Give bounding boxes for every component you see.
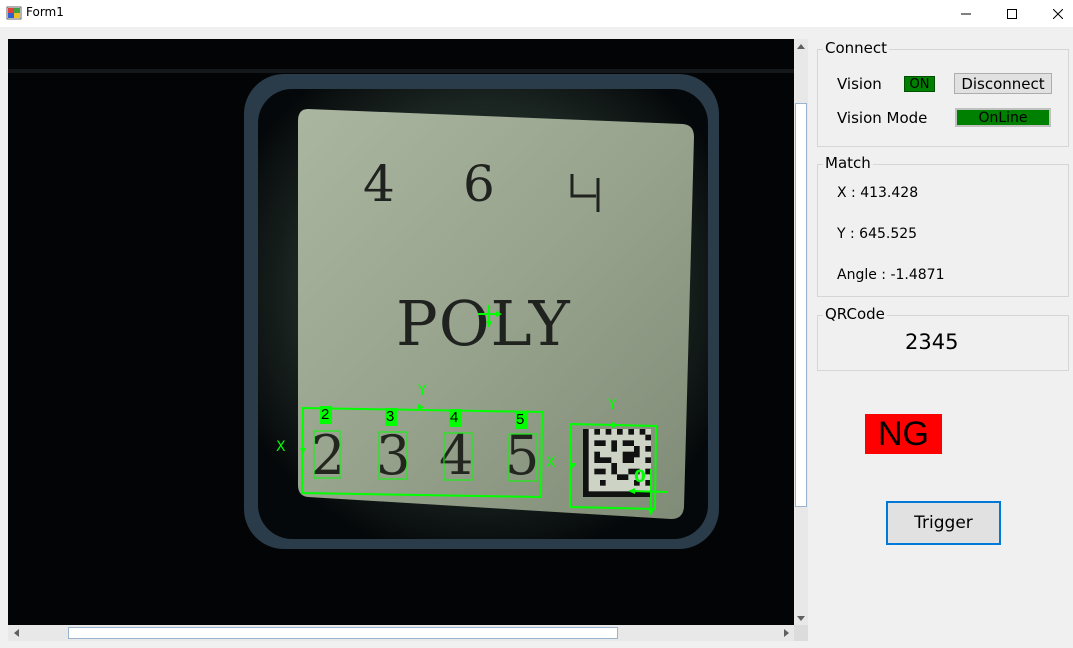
ocr-region-box bbox=[300, 406, 544, 499]
match-angle-value: Angle : -1.4871 bbox=[837, 267, 945, 283]
scroll-right-icon[interactable] bbox=[779, 626, 793, 640]
qrcode-value: 2345 bbox=[905, 330, 959, 354]
qr-axis-y-label: Y bbox=[608, 397, 617, 413]
minimize-icon bbox=[961, 13, 971, 14]
disconnect-button[interactable]: Disconnect bbox=[954, 73, 1052, 94]
qr-index-label: 0 bbox=[634, 467, 646, 487]
scroll-down-icon[interactable] bbox=[794, 611, 808, 625]
ocr-char-box-2 bbox=[378, 431, 408, 480]
close-icon bbox=[1053, 8, 1063, 19]
ocr-char-box-1 bbox=[313, 430, 341, 479]
ocr-x-arrow bbox=[300, 448, 306, 454]
app-icon bbox=[6, 6, 22, 20]
ocr-result-1: 2 bbox=[321, 406, 330, 423]
center-arrow bbox=[486, 321, 492, 328]
ocr-axis-x-label: X bbox=[276, 439, 286, 455]
ocr-result-4: 5 bbox=[516, 411, 525, 428]
scroll-left-icon[interactable] bbox=[9, 626, 23, 640]
camera-image[interactable]: 4 6 POLY 2 3 4 5 2 3 4 5 Y X Y X 0 bbox=[8, 39, 794, 625]
qr-axis-x-label: X bbox=[546, 455, 556, 471]
maximize-icon bbox=[1007, 8, 1017, 19]
ocr-axis-y-label: Y bbox=[418, 383, 427, 399]
window-title: Form1 bbox=[26, 5, 64, 19]
scroll-up-icon[interactable] bbox=[794, 39, 808, 53]
ocr-result-3: 4 bbox=[450, 409, 459, 426]
qr-down-arrow bbox=[648, 509, 654, 516]
maximize-button[interactable] bbox=[989, 0, 1035, 27]
close-button[interactable] bbox=[1035, 0, 1073, 27]
match-x-value: X : 413.428 bbox=[837, 185, 919, 201]
trigger-button[interactable]: Trigger bbox=[886, 501, 1001, 545]
minimize-button[interactable] bbox=[943, 0, 989, 27]
vision-mode-indicator: OnLine bbox=[955, 108, 1051, 127]
size-grip-icon bbox=[794, 625, 808, 641]
vertical-scroll-thumb[interactable] bbox=[795, 103, 807, 507]
title-bar: Form1 bbox=[0, 0, 1073, 27]
image-viewer[interactable]: 4 6 POLY 2 3 4 5 2 3 4 5 Y X Y X 0 bbox=[8, 39, 808, 641]
match-y-value: Y : 645.525 bbox=[837, 226, 918, 242]
match-overlay bbox=[300, 305, 669, 516]
ocr-char-box-4 bbox=[508, 433, 538, 482]
qr-origin-arrow bbox=[628, 488, 635, 494]
vision-label: Vision bbox=[837, 75, 882, 93]
ocr-char-box-3 bbox=[443, 432, 473, 481]
vision-mode-label: Vision Mode bbox=[837, 109, 928, 127]
connect-legend: Connect bbox=[823, 39, 890, 57]
horizontal-scrollbar[interactable] bbox=[8, 625, 794, 641]
ocr-result-2: 3 bbox=[386, 408, 395, 425]
horizontal-scroll-thumb[interactable] bbox=[68, 627, 618, 639]
match-legend: Match bbox=[823, 154, 873, 172]
vision-status-indicator: ON bbox=[904, 76, 935, 92]
connect-group bbox=[817, 49, 1069, 147]
qrcode-legend: QRCode bbox=[823, 305, 887, 323]
vertical-scrollbar[interactable] bbox=[794, 39, 808, 625]
result-indicator: NG bbox=[865, 414, 942, 454]
qr-y-arrow bbox=[612, 422, 618, 428]
